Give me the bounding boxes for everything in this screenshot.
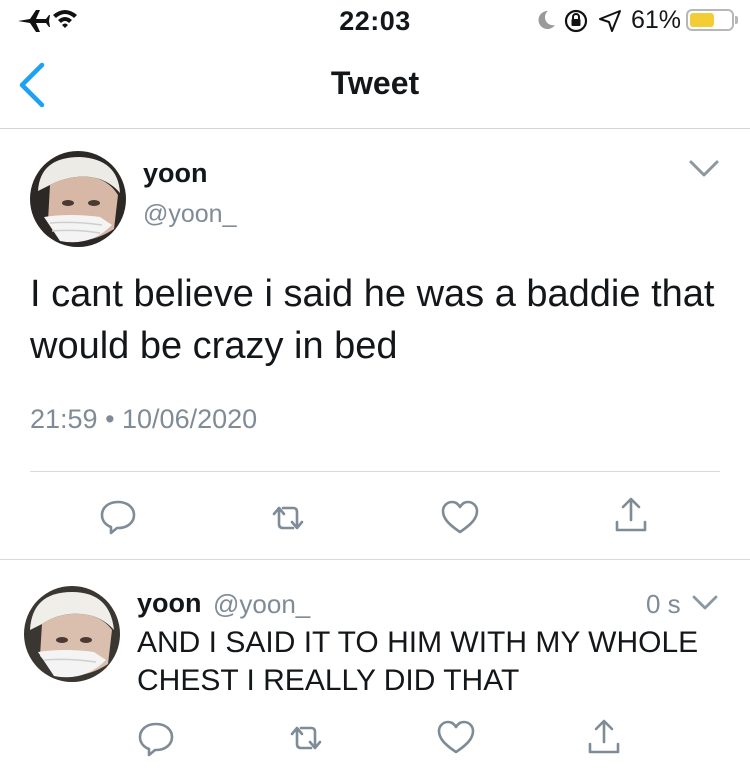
- chevron-down-icon: [690, 595, 720, 622]
- avatar[interactable]: [30, 151, 126, 247]
- reply-share-button[interactable]: [582, 716, 626, 760]
- like-button[interactable]: [438, 496, 482, 540]
- reply-author-handle[interactable]: @yoon_: [213, 589, 310, 620]
- reply-icon: [134, 722, 178, 764]
- retweet-icon: [284, 726, 328, 764]
- page-title: Tweet: [330, 65, 420, 101]
- like-icon: [434, 720, 478, 764]
- chevron-down-icon: [686, 160, 722, 188]
- reply-avatar[interactable]: [24, 586, 120, 682]
- reply-like-button[interactable]: [434, 716, 478, 760]
- share-button[interactable]: [609, 494, 653, 538]
- tweet-options-button[interactable]: [686, 154, 722, 184]
- battery-level: [690, 13, 714, 27]
- tweet-divider: [30, 471, 720, 472]
- reply-button[interactable]: [96, 494, 140, 538]
- author-handle[interactable]: @yoon_: [143, 200, 237, 229]
- tweet-text: I cant believe i said he was a baddie th…: [30, 273, 715, 367]
- reply-reply-button[interactable]: [134, 716, 178, 760]
- reply-retweet-button[interactable]: [284, 716, 328, 760]
- status-bar: 22:03 61%: [0, 0, 750, 44]
- do-not-disturb-moon-icon: [536, 9, 556, 36]
- reply-icon: [96, 500, 140, 542]
- share-icon: [609, 497, 653, 542]
- tweet-timestamp[interactable]: 21:59 • 10/06/2020: [30, 404, 257, 435]
- nav-divider: [0, 128, 750, 129]
- reply-options-button[interactable]: [690, 588, 720, 618]
- reply-text: AND I SAID IT TO HIM WITH MY WHOLE CHEST…: [137, 626, 699, 697]
- battery-tip: [735, 16, 738, 24]
- location-arrow-icon: [598, 9, 622, 38]
- retweet-button[interactable]: [266, 496, 310, 540]
- orientation-lock-icon: [563, 8, 589, 39]
- battery-percent: 61%: [631, 6, 682, 34]
- reply-time: 0 s: [646, 589, 681, 619]
- section-divider: [0, 559, 750, 560]
- battery-icon: [686, 9, 734, 31]
- author-name[interactable]: yoon: [143, 158, 208, 189]
- retweet-icon: [266, 506, 310, 544]
- share-icon: [582, 719, 626, 764]
- reply-author-name[interactable]: yoon: [137, 588, 202, 619]
- like-icon: [438, 500, 482, 544]
